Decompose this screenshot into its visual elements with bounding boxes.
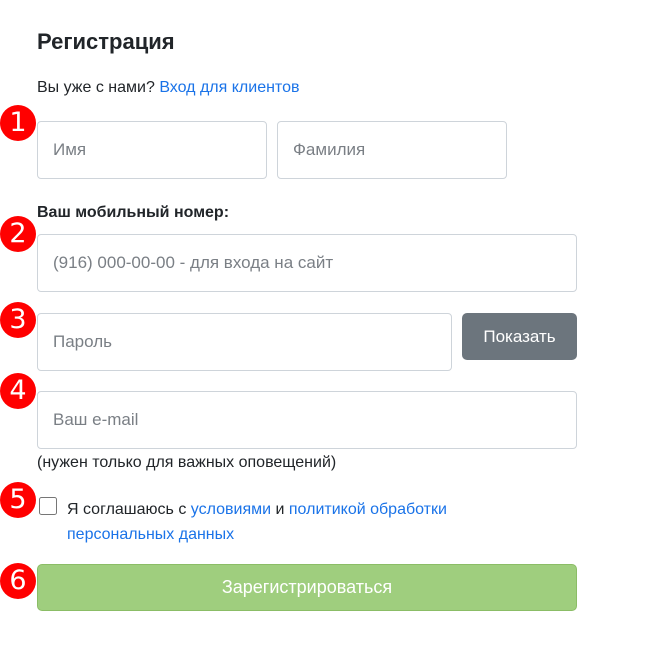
phone-input[interactable] [37, 234, 577, 292]
agree-text: Я соглашаюсь с условиями и политикой обр… [67, 497, 537, 547]
step-marker-3: 3 [0, 302, 36, 338]
first-name-input[interactable] [37, 121, 267, 179]
page-title: Регистрация [37, 29, 175, 54]
step-marker-5: 5 [0, 482, 36, 518]
agree-and: и [275, 501, 285, 518]
agree-prefix: Я соглашаюсь с [67, 501, 187, 518]
step-marker-6: 6 [0, 563, 36, 599]
step-marker-4: 4 [0, 373, 36, 409]
register-button[interactable]: Зарегистрироваться [37, 564, 577, 611]
last-name-input[interactable] [277, 121, 507, 179]
terms-link[interactable]: условиями [191, 501, 271, 518]
password-input[interactable] [37, 313, 452, 371]
already-registered-line: Вы уже с нами? Вход для клиентов [37, 79, 299, 97]
client-login-link[interactable]: Вход для клиентов [159, 79, 299, 96]
phone-label: Ваш мобильный номер: [37, 204, 230, 221]
email-input[interactable] [37, 391, 577, 449]
step-marker-2: 2 [0, 216, 36, 252]
step-marker-1: 1 [0, 105, 36, 141]
agree-checkbox[interactable] [39, 497, 57, 515]
email-hint: (нужен только для важных оповещений) [37, 454, 337, 471]
show-password-button[interactable]: Показать [462, 313, 577, 360]
already-registered-text: Вы уже с нами? [37, 79, 155, 96]
